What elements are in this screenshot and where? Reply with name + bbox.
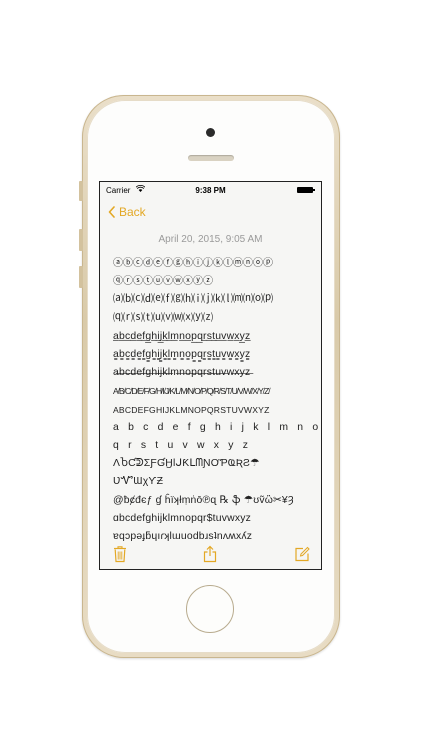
battery-icon bbox=[297, 187, 315, 193]
note-line: ⓐⓑⓒⓓⓔⓕⓖⓗⓘⓙⓚⓛⓜⓝⓞⓟ bbox=[113, 258, 273, 269]
chevron-left-icon bbox=[108, 206, 115, 218]
compose-icon[interactable] bbox=[294, 545, 310, 563]
mute-switch bbox=[79, 181, 83, 201]
status-bar: Carrier 9:38 PM bbox=[100, 182, 321, 200]
home-button[interactable] bbox=[186, 585, 234, 633]
note-line: ⒬⒭⒮⒯⒰⒱⒲⒳⒴⒵ bbox=[113, 312, 213, 324]
share-icon[interactable] bbox=[202, 545, 218, 563]
volume-down-button bbox=[79, 266, 83, 288]
note-line: A̸B̸C̸D̸E̸F̸G̸H̸I̸J̸K̸L̸M̸N̸O̸P̸Q̸R̸S̸T̸… bbox=[113, 386, 270, 397]
note-line: a̶b̶c̶d̶e̶f̶g̶h̶i̶j̶k̶l̶m̶n̶o̶p̶q̶r̶s̶t̶… bbox=[113, 367, 251, 379]
trash-icon[interactable] bbox=[112, 545, 128, 563]
note-line: a̲b̲c̲d̲e̲f̲g̲h̲i̲j̲k̲l̲m̲n̲o̲p̲q̲r̲s̲t̲… bbox=[113, 330, 251, 342]
navigation-bar: Back bbox=[100, 200, 321, 228]
note-line: a̳b̳c̳d̳e̳f̳g̳h̳i̳j̳k̳l̳m̳n̳o̳p̳q̳r̳s̳t̳… bbox=[113, 349, 251, 361]
earpiece-speaker bbox=[188, 155, 234, 161]
note-line: ⒜⒝⒞⒟⒠⒡⒢⒣⒤⒥⒦⒧⒨⒩⒪⒫ bbox=[113, 294, 273, 306]
note-line: ABCDEFGHIJKLMNOPQRSTUVWXYZ bbox=[113, 404, 270, 415]
note-line: ⓠⓡⓢⓣⓤⓥⓦⓧⓨⓩ bbox=[113, 276, 213, 288]
back-button[interactable]: Back bbox=[108, 205, 146, 219]
note-text-area[interactable]: ⓐⓑⓒⓓⓔⓕⓖⓗⓘⓙⓚⓛⓜⓝⓞⓟ ⓠⓡⓢⓣⓤⓥⓦⓧⓨⓩ ⒜⒝⒞⒟⒠⒡⒢⒣⒤⒥⒦⒧… bbox=[113, 255, 318, 546]
note-line: ɑbcdefghijklmnopqr$tuvwxyz bbox=[113, 512, 252, 524]
bottom-toolbar bbox=[100, 539, 321, 569]
note-line: q r s t u v w x y z bbox=[113, 440, 252, 452]
note-date: April 20, 2015, 9:05 AM bbox=[158, 234, 263, 245]
status-time: 9:38 PM bbox=[195, 186, 226, 195]
front-camera bbox=[206, 128, 215, 137]
phone-screen: Carrier 9:38 PM Back April 20, 2015, 9:0… bbox=[99, 181, 322, 570]
note-line: ƲᏉƜχϒƵ bbox=[113, 476, 164, 488]
volume-up-button bbox=[79, 229, 83, 251]
note-line: a b c d e f g h i j k l m n o p bbox=[113, 421, 318, 433]
back-label: Back bbox=[119, 205, 146, 219]
note-line: ΛႦƇᕲΣƑƓӇƖᒍƘᒪᗰƝƠƤҨƦƧ☂ bbox=[113, 458, 260, 470]
note-line: @ƀȼđєƒ ɠ ĥïʞłṃṅō℗ɋ ℞ ֆ ☂ʊṽὣ✂¥Ȝ bbox=[113, 494, 294, 506]
